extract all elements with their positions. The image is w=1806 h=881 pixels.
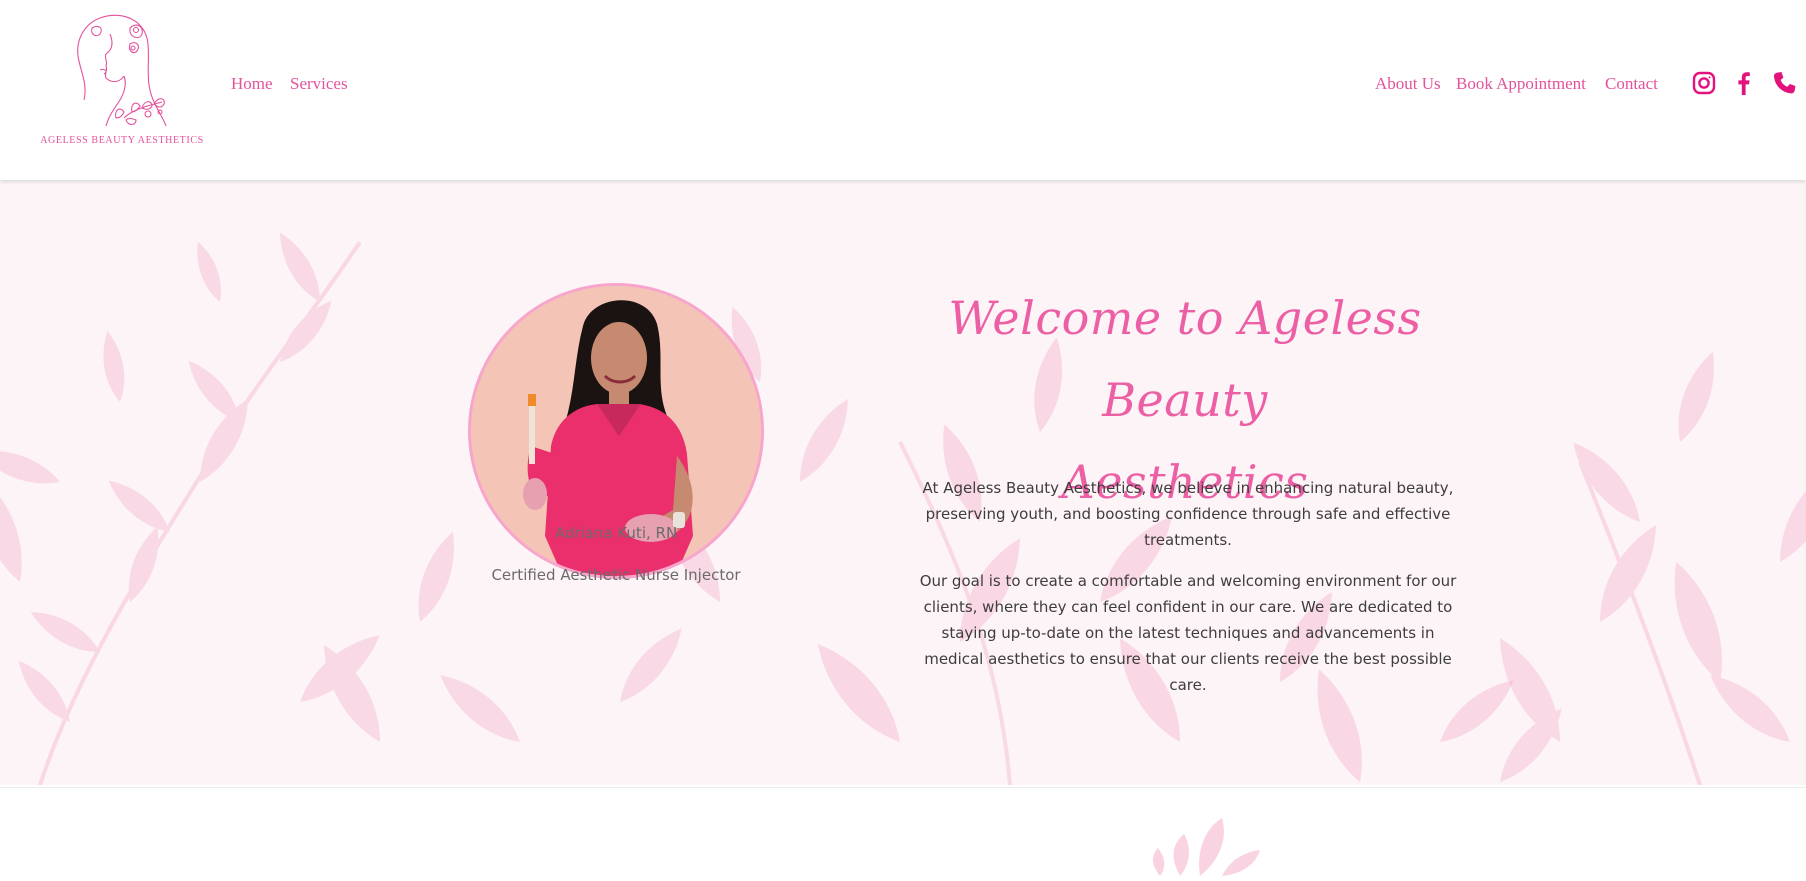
brand-logo[interactable]: AGELESS BEAUTY AESTHETICS: [36, 14, 208, 149]
brand-name: AGELESS BEAUTY AESTHETICS: [40, 135, 204, 146]
staff-name: Adriana Kuti, RN: [554, 524, 678, 542]
nav-contact[interactable]: Contact: [1605, 74, 1658, 94]
hero-paragraph-2: Our goal is to create a comfortable and …: [919, 572, 1457, 694]
instagram-icon[interactable]: [1691, 70, 1717, 96]
site-header: AGELESS BEAUTY AESTHETICS Home Services …: [0, 0, 1806, 180]
staff-title: Certified Aesthetic Nurse Injector: [491, 566, 741, 584]
nav-home[interactable]: Home: [231, 74, 273, 94]
phone-icon[interactable]: [1771, 70, 1797, 96]
next-section: [0, 787, 1806, 876]
nav-book-appointment[interactable]: Book Appointment: [1456, 74, 1586, 94]
nav-about-us[interactable]: About Us: [1375, 74, 1441, 94]
hero-paragraph-1: At Ageless Beauty Aesthetics, we believe…: [922, 479, 1454, 549]
leaf-decoration: [1152, 818, 1260, 876]
facebook-icon[interactable]: [1731, 70, 1757, 96]
hero-section: Adriana Kuti, RN Certified Aesthetic Nur…: [0, 182, 1806, 785]
hero-title-line1: Welcome to Ageless Beauty: [948, 291, 1422, 427]
nav-services[interactable]: Services: [290, 74, 348, 94]
woman-face-floral-logo-icon: [77, 14, 167, 127]
